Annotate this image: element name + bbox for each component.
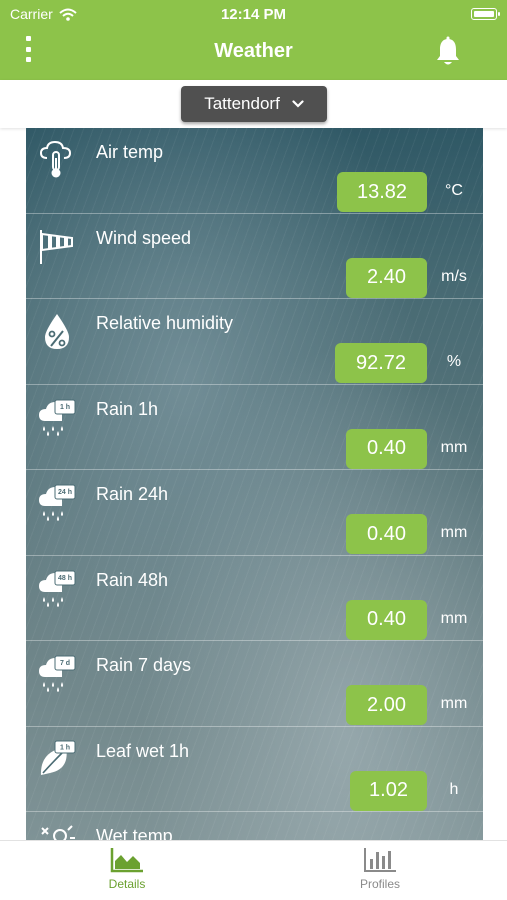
location-bar: Tattendorf <box>0 80 507 128</box>
measurement-label: Rain 1h <box>96 398 159 419</box>
measurement-value: 0.40 <box>346 428 427 469</box>
measurement-value: 92.72 <box>335 343 427 383</box>
list-item: 1 h Leaf wet 1h 1.02 h <box>26 727 483 812</box>
measurement-value: 0.40 <box>346 599 427 640</box>
location-dropdown[interactable]: Tattendorf <box>181 86 327 122</box>
thermometer-cloud-icon <box>39 140 72 178</box>
tab-label: Profiles <box>359 877 400 891</box>
list-item: 24 h Rain 24h 0.40 mm <box>26 470 483 556</box>
chevron-down-icon <box>292 100 304 108</box>
battery-icon <box>471 8 500 20</box>
tab-bar: Details Profiles <box>0 840 507 900</box>
rain-badge-text: 48 h <box>58 575 72 582</box>
leaf-wet-icon: 1 h <box>40 740 76 775</box>
rain-badge-text: 24 h <box>58 489 72 496</box>
list-item: Wind speed 2.40 m/s <box>26 214 483 299</box>
rain-cloud-icon: 48 h <box>39 570 76 607</box>
measurement-label: Rain 48h <box>96 569 169 590</box>
measurement-value: 2.00 <box>346 685 427 725</box>
list-item: Wet temp <box>26 812 483 840</box>
measurement-label: Wind speed <box>96 227 192 248</box>
tab-profiles[interactable]: Profiles <box>310 847 450 899</box>
measurement-unit: °C <box>445 182 463 199</box>
measurements-list: Air temp 13.82 °C Wind speed 2.40 m/s Re… <box>26 128 483 840</box>
measurement-label: Air temp <box>96 142 164 162</box>
list-item: 7 d Rain 7 days 2.00 mm <box>26 641 483 727</box>
tab-label: Details <box>108 877 146 891</box>
humidity-drop-icon <box>45 314 69 349</box>
measurement-unit: mm <box>440 438 468 456</box>
windsock-icon <box>40 229 73 264</box>
measurement-label: Rain 24h <box>96 484 169 504</box>
measurement-unit: mm <box>440 524 468 541</box>
leaf-badge-text: 1 h <box>60 744 70 751</box>
bell-icon[interactable] <box>433 36 463 68</box>
measurement-unit: % <box>446 353 462 370</box>
measurement-label: Leaf wet 1h <box>96 740 190 761</box>
page-title: Weather <box>214 40 293 62</box>
measurement-unit: m/s <box>441 267 467 285</box>
measurement-unit: mm <box>440 609 468 627</box>
list-item: 1 h Rain 1h 0.40 mm <box>26 385 483 470</box>
status-time: 12:14 PM <box>220 6 287 23</box>
measurements-panel: Air temp 13.82 °C Wind speed 2.40 m/s Re… <box>26 128 483 840</box>
measurement-value: 13.82 <box>337 172 427 212</box>
tab-details[interactable]: Details <box>57 847 197 899</box>
measurement-label: Wet temp <box>96 826 173 840</box>
list-item: 48 h Rain 48h 0.40 mm <box>26 556 483 641</box>
measurement-value: 0.40 <box>346 514 427 554</box>
list-item: Relative humidity 92.72 % <box>26 299 483 385</box>
wet-temp-icon <box>41 825 75 840</box>
rain-cloud-icon: 24 h <box>39 484 76 521</box>
measurement-label: Rain 7 days <box>96 655 192 675</box>
bar-chart-icon <box>364 848 396 872</box>
measurement-value: 2.40 <box>346 257 427 298</box>
rain-cloud-icon: 7 d <box>39 655 76 692</box>
measurement-unit: h <box>449 780 459 798</box>
measurement-value: 1.02 <box>350 770 427 811</box>
measurement-label: Relative humidity <box>96 313 234 333</box>
app-header: Carrier 12:14 PM Weather <box>0 0 507 80</box>
rain-badge-text: 1 h <box>60 404 70 411</box>
list-item: Air temp 13.82 °C <box>26 128 483 214</box>
location-value: Tattendorf <box>204 94 280 113</box>
status-bar: Carrier 12:14 PM <box>0 0 507 28</box>
rain-cloud-icon: 1 h <box>39 399 76 436</box>
area-chart-icon <box>110 848 143 873</box>
rain-badge-text: 7 d <box>60 660 70 667</box>
measurement-unit: mm <box>440 695 468 712</box>
